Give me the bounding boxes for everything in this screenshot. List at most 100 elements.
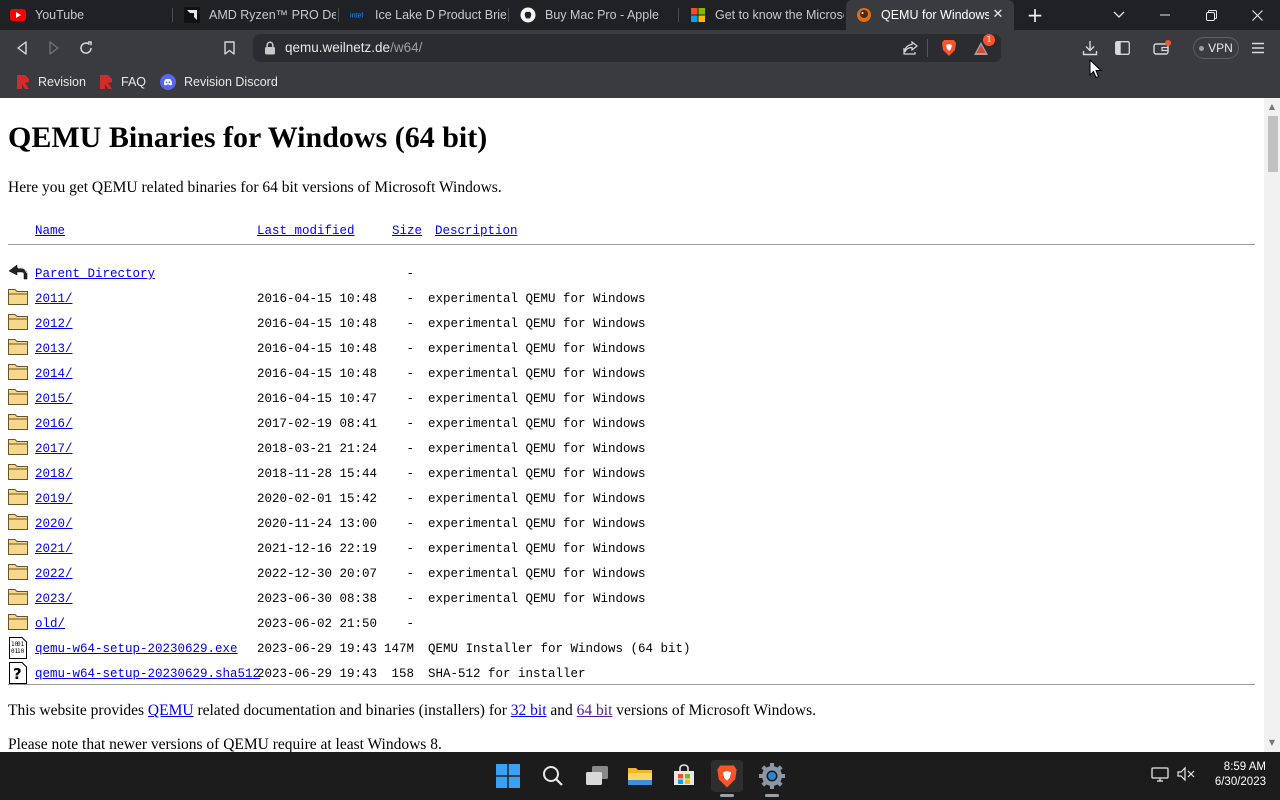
sort-by-name-link[interactable]: Name bbox=[35, 224, 65, 238]
entry-name-link[interactable]: qemu-w64-setup-20230629.sha512 bbox=[35, 667, 260, 682]
tab-search-button[interactable] bbox=[1096, 0, 1142, 30]
entry-size: 158 bbox=[391, 667, 414, 681]
folder-icon bbox=[8, 437, 28, 457]
menu-button[interactable] bbox=[1246, 36, 1270, 60]
downloads-button[interactable] bbox=[1078, 36, 1102, 60]
entry-last-modified: 2023-06-29 19:43 bbox=[257, 667, 378, 681]
entry-name-link[interactable]: 2012/ bbox=[35, 317, 73, 332]
entry-last-modified: 2017-02-19 08:41 bbox=[257, 417, 378, 431]
search-icon[interactable] bbox=[537, 760, 569, 792]
network-icon[interactable] bbox=[1151, 766, 1171, 784]
scroll-down-arrow[interactable]: ▼ bbox=[1266, 738, 1278, 748]
tab-apple[interactable]: Buy Mac Pro - Apple bbox=[510, 0, 676, 30]
vertical-scrollbar[interactable] bbox=[1264, 98, 1280, 752]
back-icon bbox=[8, 262, 28, 282]
entry-last-modified: 2021-12-16 22:19 bbox=[257, 542, 378, 556]
file-explorer-icon[interactable] bbox=[624, 760, 656, 792]
entry-name-link[interactable]: qemu-w64-setup-20230629.exe bbox=[35, 642, 238, 657]
bookmark-button[interactable] bbox=[217, 36, 241, 60]
close-tab-icon[interactable]: ✕ bbox=[990, 6, 1006, 22]
entry-size: - bbox=[406, 617, 414, 631]
entry-name-link[interactable]: 2015/ bbox=[35, 392, 73, 407]
footer-paragraph: This website provides QEMU related docum… bbox=[8, 701, 816, 721]
tab-qemu[interactable]: QEMU for Windows ✕ bbox=[846, 0, 1014, 30]
32-bit-link[interactable]: 32 bit bbox=[511, 702, 547, 719]
folder-icon bbox=[8, 287, 28, 307]
table-row: Parent Directory - bbox=[0, 262, 1250, 287]
tab-amd[interactable]: AMD Ryzen™ PRO Deskt bbox=[174, 0, 336, 30]
settings-icon[interactable] bbox=[756, 760, 788, 792]
clock-time: 8:59 AM bbox=[1223, 761, 1266, 773]
system-clock[interactable]: 8:59 AM 6/30/2023 bbox=[1196, 760, 1266, 790]
back-button[interactable] bbox=[10, 36, 34, 60]
entry-name-link[interactable]: 2021/ bbox=[35, 542, 73, 557]
restore-button[interactable] bbox=[1188, 0, 1234, 30]
entry-name-link[interactable]: 2014/ bbox=[35, 367, 73, 382]
lock-icon[interactable] bbox=[264, 41, 276, 55]
entry-name-link[interactable]: 2017/ bbox=[35, 442, 73, 457]
sort-by-date-link[interactable]: Last modified bbox=[257, 224, 355, 238]
folder-icon bbox=[8, 512, 28, 532]
entry-name-link[interactable]: 2022/ bbox=[35, 567, 73, 582]
folder-icon bbox=[8, 587, 28, 607]
minimize-icon bbox=[1160, 14, 1170, 16]
task-view-icon[interactable] bbox=[581, 760, 613, 792]
sidebar-button[interactable] bbox=[1110, 36, 1134, 60]
tab-youtube[interactable]: YouTube bbox=[0, 0, 170, 30]
brave-rewards-button[interactable]: 1 bbox=[971, 34, 995, 60]
entry-description: experimental QEMU for Windows bbox=[428, 367, 646, 381]
volume-muted-icon[interactable] bbox=[1177, 766, 1197, 784]
entry-name-link[interactable]: 2019/ bbox=[35, 492, 73, 507]
microsoft-store-icon[interactable] bbox=[668, 760, 700, 792]
table-row: 2022/2022-12-30 20:07 - experimental QEMU … bbox=[0, 562, 1250, 587]
tab-microsoft[interactable]: Get to know the Microsc bbox=[680, 0, 844, 30]
brave-shields-button[interactable] bbox=[937, 36, 961, 60]
entry-name-link[interactable]: 2023/ bbox=[35, 592, 73, 607]
entry-last-modified: 2023-06-30 08:38 bbox=[257, 592, 378, 606]
share-button[interactable] bbox=[898, 36, 922, 60]
64-bit-link[interactable]: 64 bit bbox=[577, 702, 613, 719]
entry-name-link[interactable]: Parent Directory bbox=[35, 267, 155, 282]
table-row: 2017/2018-03-21 21:24 - experimental QEMU … bbox=[0, 437, 1250, 462]
revision-icon bbox=[100, 75, 112, 89]
bookmark-revision-discord[interactable]: Revision Discord bbox=[160, 72, 278, 92]
intro-text: Here you get QEMU related binaries for 6… bbox=[8, 179, 502, 196]
column-header-size[interactable]: Size bbox=[392, 224, 422, 239]
table-row: 2014/2016-04-15 10:48 - experimental QEMU … bbox=[0, 362, 1250, 387]
tab-intel[interactable]: intel Ice Lake D Product Brief bbox=[340, 0, 506, 30]
column-header-last-modified[interactable]: Last modified bbox=[257, 224, 355, 239]
entry-name-link[interactable]: 2020/ bbox=[35, 517, 73, 532]
scrollbar-thumb[interactable] bbox=[1268, 116, 1278, 172]
entry-size: - bbox=[406, 467, 414, 481]
entry-description: QEMU Installer for Windows (64 bit) bbox=[428, 642, 691, 656]
entry-name-link[interactable]: 2011/ bbox=[35, 292, 73, 307]
windows-start-icon[interactable] bbox=[492, 760, 524, 792]
sort-by-description-link[interactable]: Description bbox=[435, 224, 518, 238]
entry-name-link[interactable]: old/ bbox=[35, 617, 65, 632]
wallet-button[interactable] bbox=[1150, 36, 1174, 60]
qemu-link[interactable]: QEMU bbox=[148, 702, 194, 719]
sort-by-size-link[interactable]: Size bbox=[392, 224, 422, 238]
entry-description: experimental QEMU for Windows bbox=[428, 392, 646, 406]
brave-browser-icon[interactable] bbox=[711, 760, 743, 792]
entry-last-modified: 2016-04-15 10:48 bbox=[257, 292, 378, 306]
entry-name-link[interactable]: 2016/ bbox=[35, 417, 73, 432]
scroll-up-arrow[interactable]: ▲ bbox=[1266, 102, 1278, 112]
footer-text: related documentation and binaries (inst… bbox=[193, 702, 511, 719]
forward-button[interactable] bbox=[42, 36, 66, 60]
bookmark-faq[interactable]: FAQ bbox=[99, 72, 146, 92]
vpn-button[interactable]: VPN bbox=[1193, 37, 1239, 59]
minimize-button[interactable] bbox=[1142, 0, 1188, 30]
entry-description: experimental QEMU for Windows bbox=[428, 442, 646, 456]
column-header-description[interactable]: Description bbox=[435, 224, 518, 239]
close-window-button[interactable] bbox=[1234, 0, 1280, 30]
entry-name-link[interactable]: 2018/ bbox=[35, 467, 73, 482]
share-icon bbox=[902, 41, 918, 55]
column-header-name[interactable]: Name bbox=[35, 224, 65, 239]
new-tab-button[interactable]: + bbox=[1024, 4, 1046, 26]
entry-last-modified: 2023-06-02 21:50 bbox=[257, 617, 378, 631]
url-text[interactable]: qemu.weilnetz.de/w64/ bbox=[285, 39, 422, 57]
reload-button[interactable] bbox=[74, 36, 98, 60]
entry-name-link[interactable]: 2013/ bbox=[35, 342, 73, 357]
bookmark-revision[interactable]: Revision bbox=[16, 72, 86, 92]
